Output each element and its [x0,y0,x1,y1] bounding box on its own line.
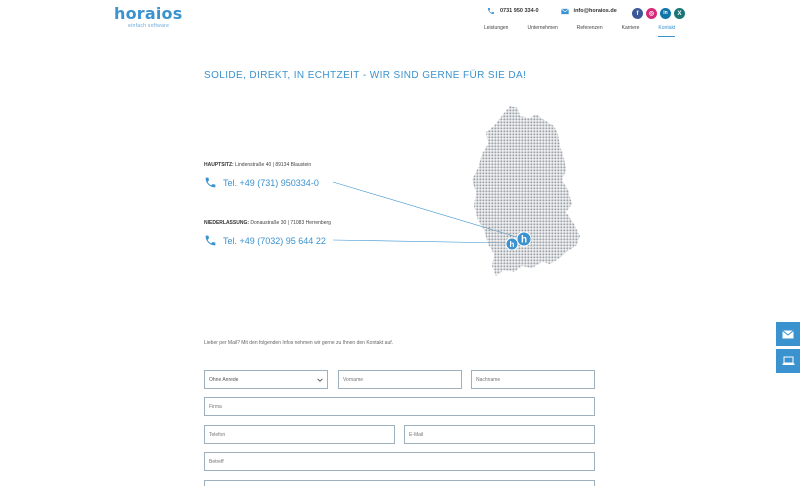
germany-dot-map: h h [472,106,580,276]
headquarters-marker-glyph: h [521,235,527,246]
form-intro: Lieber per Mail? Mit den folgenden Infos… [204,340,394,346]
phone-input[interactable] [204,425,395,444]
side-remote-support-button[interactable] [776,349,800,373]
mail-icon [782,329,794,338]
lastname-input[interactable] [471,370,595,389]
message-textarea[interactable] [204,480,595,486]
germany-shape [472,106,580,276]
side-mail-button[interactable] [776,322,800,346]
laptop-icon [782,356,794,365]
salutation-value: Ohne Anrede [209,376,239,383]
branch-marker-glyph: h [510,240,515,249]
subject-input[interactable] [204,452,595,471]
salutation-select[interactable]: Ohne Anrede [204,370,328,389]
email-input[interactable] [404,425,595,444]
chevron-down-icon [317,377,323,382]
firstname-input[interactable] [338,370,462,389]
company-input[interactable] [204,397,595,416]
